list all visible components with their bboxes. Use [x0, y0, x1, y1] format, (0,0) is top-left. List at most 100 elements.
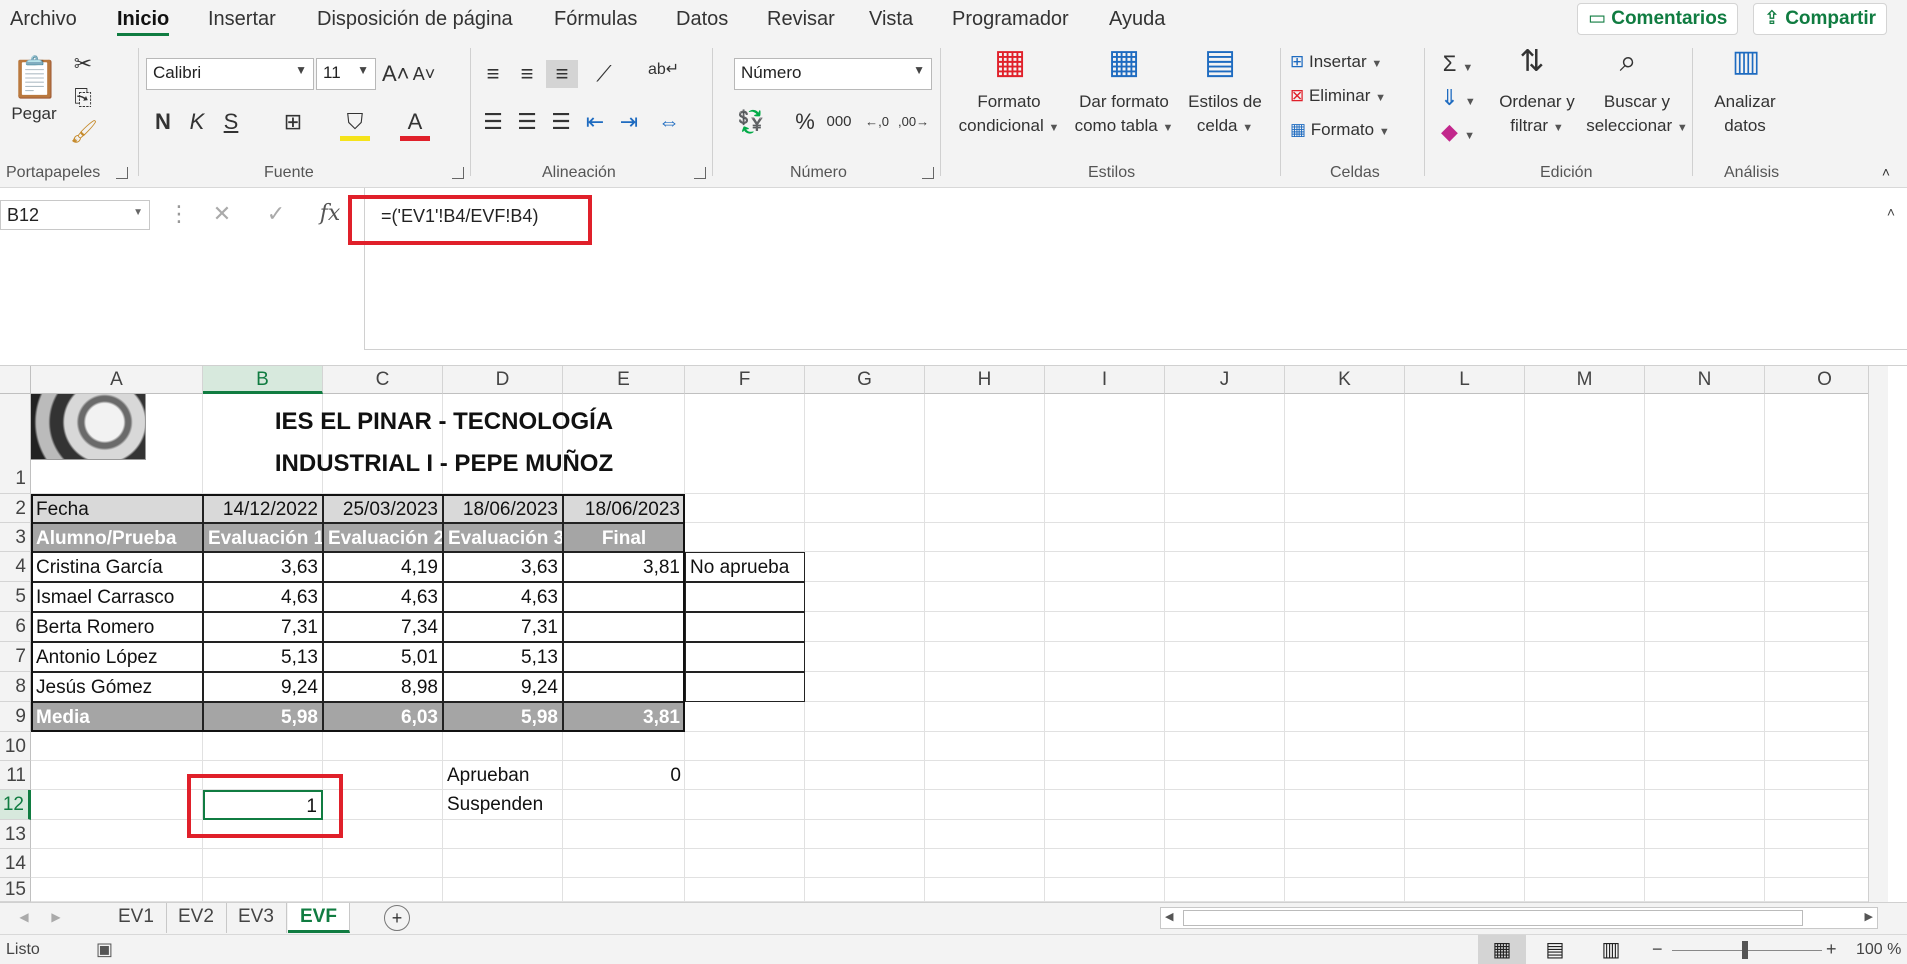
macro-record-icon[interactable]: ▣ — [96, 939, 113, 960]
analyze-data-button[interactable]: Analizar datos — [1704, 90, 1786, 138]
cell-styles-button[interactable]: Estilos de celda ▼ — [1180, 90, 1270, 140]
cell-styles-icon[interactable]: ▤ — [1200, 45, 1240, 88]
comments-button[interactable]: ▭ Comentarios — [1577, 3, 1739, 35]
number-launcher-icon[interactable] — [922, 167, 934, 179]
column-header-e[interactable]: E — [563, 366, 685, 394]
tab-inicio[interactable]: Inicio — [117, 8, 170, 36]
row-header-2[interactable]: 2 — [0, 494, 31, 523]
row-header-8[interactable]: 8 — [0, 672, 31, 702]
grade-cell[interactable]: 4,63 — [443, 582, 563, 612]
row-header-12[interactable]: 12 — [0, 790, 31, 820]
table-format-icon[interactable]: ▦ — [1104, 45, 1144, 88]
tab-disposicion[interactable]: Disposición de página — [317, 8, 513, 31]
date-cell[interactable]: 18/06/2023 — [563, 494, 685, 523]
sheet-tab-ev1[interactable]: EV1 — [106, 903, 167, 933]
font-name-select[interactable]: Calibri ▼ — [146, 58, 314, 90]
conditional-format-icon[interactable]: ▦ — [990, 45, 1030, 88]
cancel-icon[interactable]: ✕ — [208, 200, 236, 228]
grade-cell[interactable]: 3,63 — [443, 552, 563, 582]
paste-icon[interactable]: 📋 — [10, 54, 60, 102]
header-cell[interactable]: Evaluación 3 — [443, 523, 563, 552]
spreadsheet-grid[interactable]: A B C D E F G H I J K L M N O 1 2 3 4 5 6 7 8 9 10 11 12 13 14 15 IES … — [0, 366, 1888, 902]
tab-revisar[interactable]: Revisar — [767, 8, 835, 31]
result-cell[interactable] — [685, 612, 805, 642]
clipboard-launcher-icon[interactable] — [116, 167, 128, 179]
student-name[interactable]: Berta Romero — [31, 612, 203, 642]
row-header-7[interactable]: 7 — [0, 642, 31, 672]
add-sheet-icon[interactable]: + — [384, 905, 410, 931]
column-header-k[interactable]: K — [1285, 366, 1405, 394]
orientation-icon[interactable]: ⟋ — [584, 60, 624, 88]
date-cell[interactable]: 18/06/2023 — [443, 494, 563, 523]
scrollbar-thumb[interactable] — [1183, 910, 1803, 926]
column-header-c[interactable]: C — [323, 366, 443, 394]
result-cell[interactable] — [685, 672, 805, 702]
column-header-i[interactable]: I — [1045, 366, 1165, 394]
media-cell[interactable]: 5,98 — [203, 702, 323, 732]
sheet-title-line2[interactable]: INDUSTRIAL I - PEPE MUÑOZ — [203, 444, 685, 484]
header-cell[interactable]: Final — [563, 523, 685, 552]
name-box[interactable]: B12 ▼ — [0, 200, 150, 230]
tab-vista[interactable]: Vista — [869, 8, 913, 31]
select-all-corner[interactable] — [0, 366, 31, 394]
percent-button[interactable]: % — [790, 108, 820, 136]
italic-button[interactable]: K — [184, 108, 210, 136]
copy-icon[interactable]: ⎘ — [70, 84, 96, 112]
underline-button[interactable]: S — [218, 108, 244, 136]
increase-decimal-icon[interactable]: ←,0 — [862, 108, 892, 136]
sort-filter-icon[interactable]: ⇅ — [1510, 47, 1554, 88]
align-left-icon[interactable]: ☰ — [478, 108, 508, 136]
column-header-b[interactable]: B — [203, 366, 323, 394]
format-as-table-button[interactable]: Dar formato como tabla ▼ — [1068, 90, 1180, 140]
column-header-h[interactable]: H — [925, 366, 1045, 394]
approve-value[interactable]: 0 — [563, 761, 685, 790]
scroll-left-icon[interactable]: ◀ — [1165, 910, 1173, 923]
collapse-ribbon-icon[interactable]: ˄ — [1876, 158, 1896, 186]
insert-cells-button[interactable]: ⊞ Insertar ▼ — [1290, 50, 1382, 76]
column-header-d[interactable]: D — [443, 366, 563, 394]
student-name[interactable]: Ismael Carrasco — [31, 582, 203, 612]
student-name[interactable]: Antonio López — [31, 642, 203, 672]
autosum-icon[interactable]: Σ ▼ — [1438, 50, 1478, 82]
column-header-f[interactable]: F — [685, 366, 805, 394]
horizontal-scrollbar[interactable]: ◀ ▶ — [1160, 907, 1878, 929]
grade-cell[interactable]: 7,31 — [203, 612, 323, 642]
align-bottom-icon[interactable]: ≡ — [546, 60, 578, 88]
media-label[interactable]: Media — [31, 702, 203, 732]
date-cell[interactable]: 14/12/2022 — [203, 494, 323, 523]
tab-archivo[interactable]: Archivo — [10, 8, 77, 31]
grade-cell[interactable]: 9,24 — [443, 672, 563, 702]
normal-view-icon[interactable]: ▦ — [1478, 935, 1526, 964]
fail-label[interactable]: Suspenden — [443, 790, 563, 820]
grade-cell[interactable]: 7,31 — [443, 612, 563, 642]
paste-button[interactable]: Pegar — [8, 102, 60, 126]
tab-datos[interactable]: Datos — [676, 8, 728, 31]
grade-cell[interactable] — [563, 612, 685, 642]
grade-cell[interactable]: 4,63 — [203, 582, 323, 612]
font-launcher-icon[interactable] — [452, 167, 464, 179]
date-label[interactable]: Fecha — [31, 494, 203, 523]
row-header-6[interactable]: 6 — [0, 612, 31, 642]
tab-formulas[interactable]: Fórmulas — [554, 8, 637, 31]
share-button[interactable]: ⇪ Compartir — [1753, 3, 1887, 35]
grade-cell[interactable]: 5,13 — [203, 642, 323, 672]
clear-icon[interactable]: ◆ ▼ — [1438, 118, 1478, 150]
row-header-9[interactable]: 9 — [0, 702, 31, 732]
grade-cell[interactable]: 5,01 — [323, 642, 443, 672]
grade-cell[interactable]: 8,98 — [323, 672, 443, 702]
grade-cell[interactable] — [563, 582, 685, 612]
row-header-15[interactable]: 15 — [0, 878, 31, 902]
column-header-g[interactable]: G — [805, 366, 925, 394]
vertical-scrollbar[interactable] — [1868, 366, 1888, 902]
zoom-slider-thumb[interactable] — [1742, 941, 1748, 959]
date-cell[interactable]: 25/03/2023 — [323, 494, 443, 523]
header-cell[interactable]: Evaluación 2 — [323, 523, 443, 552]
grade-cell[interactable] — [563, 642, 685, 672]
column-header-o[interactable]: O — [1765, 366, 1885, 394]
grade-cell[interactable]: 4,19 — [323, 552, 443, 582]
align-right-icon[interactable]: ☰ — [546, 108, 576, 136]
insert-function-icon[interactable]: fx — [316, 200, 344, 228]
result-cell[interactable]: No aprueba — [685, 552, 805, 582]
borders-icon[interactable]: ⊞ — [278, 108, 308, 136]
align-center-icon[interactable]: ☰ — [512, 108, 542, 136]
